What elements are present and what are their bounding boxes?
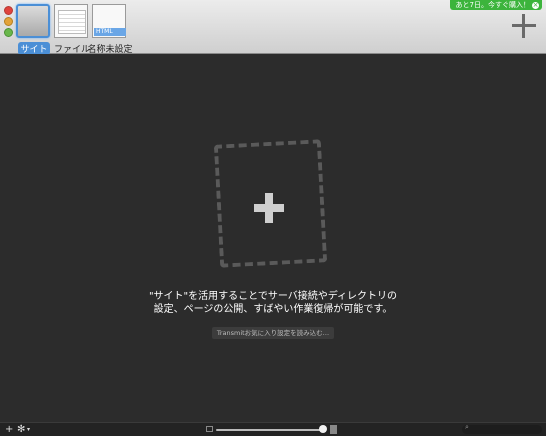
html-badge: HTML xyxy=(94,28,126,36)
tab-untitled[interactable]: HTML 名称未設定 xyxy=(87,4,133,55)
file-list-icon xyxy=(58,10,86,34)
zoom-window-icon[interactable] xyxy=(4,28,13,37)
gear-menu-chevron-icon[interactable]: ▾ xyxy=(27,423,30,436)
search-input[interactable]: ⌕ xyxy=(462,423,542,434)
bottom-bar: + ✻ ▾ ⌕ xyxy=(0,422,546,436)
search-icon: ⌕ xyxy=(465,423,469,431)
zoom-large-icon xyxy=(330,425,337,434)
close-window-icon[interactable] xyxy=(4,6,13,15)
zoom-slider-knob[interactable] xyxy=(319,425,327,433)
add-icon[interactable]: + xyxy=(5,423,13,436)
promo-line-1: "サイト"を活用することでサーバ接続やディレクトリの xyxy=(148,291,398,302)
promo-text: "サイト"を活用することでサーバ接続やディレクトリの 設定、ページの公開、すばや… xyxy=(73,290,473,316)
buy-now-label: あと7日。今すぐ購入！ xyxy=(455,1,530,9)
sites-thumbnail xyxy=(16,4,50,38)
buy-close-icon[interactable]: × xyxy=(532,2,539,9)
buy-now-badge[interactable]: あと7日。今すぐ購入！ × xyxy=(449,0,542,10)
files-thumbnail xyxy=(54,4,88,38)
zoom-slider[interactable] xyxy=(216,429,322,431)
add-site-plus-icon[interactable] xyxy=(254,193,284,223)
minimize-window-icon[interactable] xyxy=(4,17,13,26)
import-favorites-button[interactable]: Transmitお気に入り設定を読み込む… xyxy=(212,327,334,339)
untitled-thumbnail: HTML xyxy=(92,4,126,38)
promo-line-2: 設定、ページの公開、すばやい作業復帰が可能です。 xyxy=(153,304,393,315)
add-tab-button[interactable] xyxy=(510,12,538,40)
toolbar: サイト ファイル HTML 名称未設定 あと7日。今すぐ購入！ × xyxy=(0,0,546,55)
zoom-small-icon xyxy=(206,426,213,432)
gear-icon[interactable]: ✻ xyxy=(17,423,25,436)
